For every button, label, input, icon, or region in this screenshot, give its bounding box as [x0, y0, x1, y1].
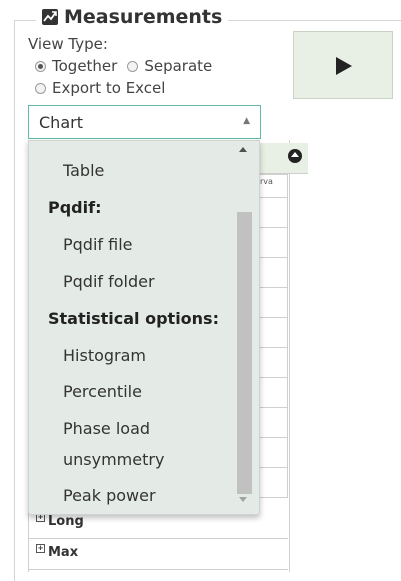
radio-export-excel-label[interactable]: Export to Excel	[52, 79, 165, 97]
view-select[interactable]: Chart ▲	[28, 105, 261, 139]
view-type-label: View Type:	[28, 35, 108, 53]
table-cell	[258, 378, 288, 408]
radio-together-label[interactable]: Together	[52, 57, 117, 75]
export-radio-row: Export to Excel	[35, 79, 175, 97]
expand-icon[interactable]: +	[36, 544, 45, 553]
table-cell	[258, 198, 288, 228]
column-header-fragment: rva	[258, 174, 288, 198]
option-phase-load-line2[interactable]: unsymmetry	[63, 450, 164, 469]
table-row-max[interactable]: + Max	[28, 539, 288, 570]
view-select-value: Chart	[39, 113, 83, 132]
play-icon	[336, 57, 352, 75]
scroll-up-icon[interactable]	[239, 147, 247, 152]
option-pqdif-folder[interactable]: Pqdif folder	[63, 272, 155, 291]
table-cell	[258, 258, 288, 288]
table-cell	[258, 348, 288, 378]
group-statistical-options: Statistical options:	[48, 309, 219, 328]
row-label: Long	[48, 514, 84, 529]
option-histogram[interactable]: Histogram	[63, 346, 146, 365]
scroll-down-icon[interactable]	[239, 497, 247, 502]
table-cell	[258, 468, 288, 498]
collapse-icon[interactable]	[288, 149, 302, 163]
chart-icon	[42, 9, 58, 25]
table-cell	[258, 228, 288, 258]
caret-up-icon: ▲	[243, 116, 250, 126]
option-table[interactable]: Table	[63, 161, 104, 180]
radio-export-excel[interactable]	[35, 82, 46, 94]
table-cell	[258, 438, 288, 468]
radio-separate-label[interactable]: Separate	[144, 57, 212, 75]
radio-together[interactable]	[35, 60, 46, 72]
scrollbar-thumb[interactable]	[237, 212, 252, 494]
table-cell	[258, 318, 288, 348]
panel-title: Measurements	[64, 6, 223, 28]
row-label: Max	[48, 545, 79, 560]
option-pqdif-file[interactable]: Pqdif file	[63, 235, 133, 254]
option-phase-load-line1[interactable]: Phase load	[63, 419, 150, 438]
view-type-radio-group: Together Separate	[35, 57, 222, 75]
option-percentile[interactable]: Percentile	[63, 382, 142, 401]
table-cell	[258, 408, 288, 438]
measurements-legend: Measurements	[36, 6, 229, 28]
option-peak-power[interactable]: Peak power	[63, 486, 156, 505]
group-pqdif: Pqdif:	[48, 198, 102, 217]
table-cell	[258, 288, 288, 318]
radio-separate[interactable]	[127, 60, 139, 72]
play-button[interactable]	[293, 31, 393, 99]
